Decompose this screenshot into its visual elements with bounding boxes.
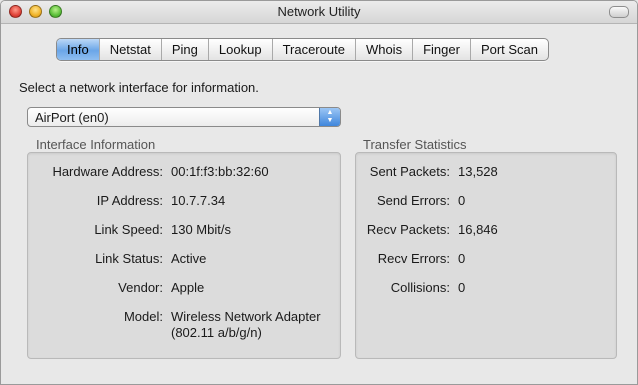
sent-packets-value: 13,528: [458, 164, 498, 179]
sent-packets-label: Sent Packets:: [369, 164, 450, 179]
toolbar-toggle-icon[interactable]: [609, 6, 629, 18]
send-errors-value: 0: [458, 193, 466, 208]
tab-traceroute[interactable]: Traceroute: [271, 39, 355, 60]
interface-select-value: AirPort (en0): [35, 109, 109, 125]
interface-info-title: Interface Information: [36, 137, 156, 152]
minimize-window-icon[interactable]: [29, 5, 42, 18]
vendor-label: Vendor:: [118, 280, 163, 295]
collisions-value: 0: [458, 280, 466, 295]
popup-arrows-icon[interactable]: ▲ ▼: [319, 108, 340, 126]
ip-address-value: 10.7.7.34: [171, 193, 226, 208]
tab-lookup[interactable]: Lookup: [207, 39, 272, 60]
link-speed-value: 130 Mbit/s: [171, 222, 231, 237]
collisions-label: Collisions:: [390, 280, 450, 295]
hardware-address-label: Hardware Address:: [52, 164, 163, 179]
link-status-value: Active: [171, 251, 207, 266]
recv-packets-label: Recv Packets:: [366, 222, 450, 237]
tab-bar: Info Netstat Ping Lookup Traceroute Whoi…: [56, 38, 550, 61]
zoom-window-icon[interactable]: [49, 5, 62, 18]
ip-address-label: IP Address:: [96, 193, 163, 208]
tab-ping[interactable]: Ping: [160, 39, 208, 60]
network-utility-window: Network Utility Info Netstat Ping Lookup…: [0, 0, 638, 385]
recv-packets-value: 16,846: [458, 222, 498, 237]
vendor-value: Apple: [171, 280, 205, 295]
model-label: Model:: [123, 309, 163, 324]
title-bar[interactable]: Network Utility: [1, 1, 637, 24]
link-speed-label: Link Speed:: [94, 222, 163, 237]
link-status-label: Link Status:: [95, 251, 163, 266]
recv-errors-label: Recv Errors:: [377, 251, 450, 266]
tab-finger[interactable]: Finger: [412, 39, 470, 60]
recv-errors-value: 0: [458, 251, 466, 266]
model-value: Wireless Network Adapter: [171, 309, 321, 324]
hardware-address-value: 00:1f:f3:bb:32:60: [171, 164, 269, 179]
interface-select[interactable]: AirPort (en0) ▲ ▼: [27, 107, 341, 127]
tab-netstat[interactable]: Netstat: [98, 39, 161, 60]
interface-prompt: Select a network interface for informati…: [19, 80, 259, 95]
transfer-stats-title: Transfer Statistics: [363, 137, 467, 152]
tab-port-scan[interactable]: Port Scan: [469, 39, 548, 60]
send-errors-label: Send Errors:: [377, 193, 450, 208]
model-value-line2: (802.11 a/b/g/n): [171, 325, 262, 340]
window-title: Network Utility: [277, 4, 361, 19]
close-window-icon[interactable]: [9, 5, 22, 18]
tab-info[interactable]: Info: [57, 39, 99, 60]
tab-whois[interactable]: Whois: [354, 39, 412, 60]
